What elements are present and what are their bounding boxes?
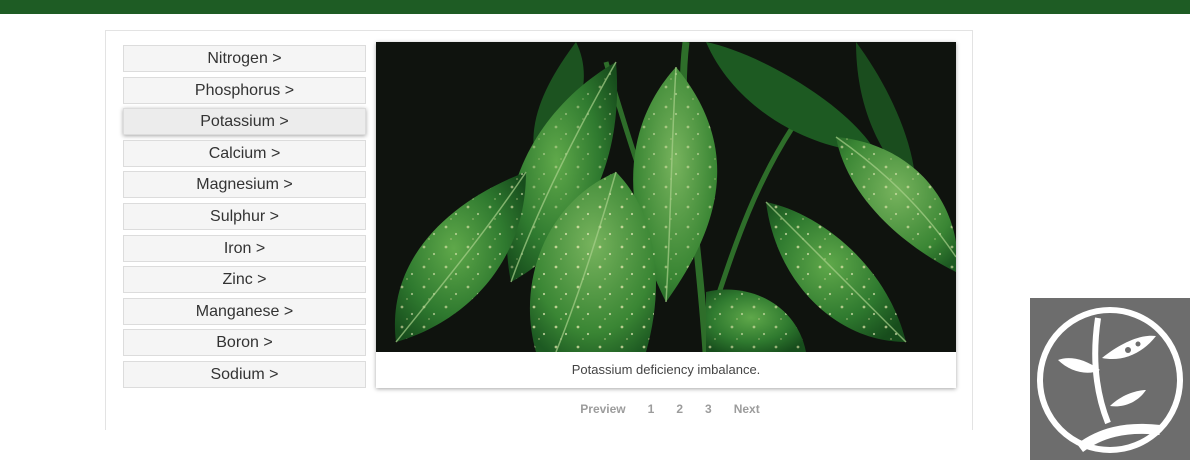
pagination-next[interactable]: Next bbox=[723, 402, 771, 416]
nutrient-button-boron[interactable]: Boron > bbox=[123, 329, 366, 357]
pagination-page-2[interactable]: 2 bbox=[665, 402, 694, 416]
top-bar bbox=[0, 0, 1190, 14]
nutrient-button-calcium[interactable]: Calcium > bbox=[123, 139, 366, 167]
pagination-page-3[interactable]: 3 bbox=[694, 402, 723, 416]
nutrient-menu: Nitrogen > Phosphorus > Potassium > Calc… bbox=[123, 45, 366, 393]
leaf-photo bbox=[376, 42, 956, 352]
nutrient-button-nitrogen[interactable]: Nitrogen > bbox=[123, 45, 366, 72]
pagination-prev[interactable]: Preview bbox=[569, 402, 636, 416]
figure-caption: Potassium deficiency imbalance. bbox=[571, 362, 761, 377]
nutrient-button-sulphur[interactable]: Sulphur > bbox=[123, 202, 366, 230]
nutrient-button-zinc[interactable]: Zinc > bbox=[123, 266, 366, 294]
leaf-illustration bbox=[376, 42, 956, 352]
nutrient-button-phosphorus[interactable]: Phosphorus > bbox=[123, 76, 366, 104]
nutrient-button-iron[interactable]: Iron > bbox=[123, 234, 366, 262]
pagination: Preview 1 2 3 Next bbox=[560, 402, 780, 416]
figure-card: Potassium deficiency imbalance. bbox=[376, 42, 956, 388]
nutrient-button-potassium[interactable]: Potassium > bbox=[123, 108, 366, 136]
nutrient-button-magnesium[interactable]: Magnesium > bbox=[123, 171, 366, 199]
nutrient-button-manganese[interactable]: Manganese > bbox=[123, 297, 366, 325]
pagination-page-1[interactable]: 1 bbox=[637, 402, 666, 416]
nutrient-button-sodium[interactable]: Sodium > bbox=[123, 360, 366, 388]
plant-logo-icon[interactable] bbox=[1030, 298, 1190, 460]
